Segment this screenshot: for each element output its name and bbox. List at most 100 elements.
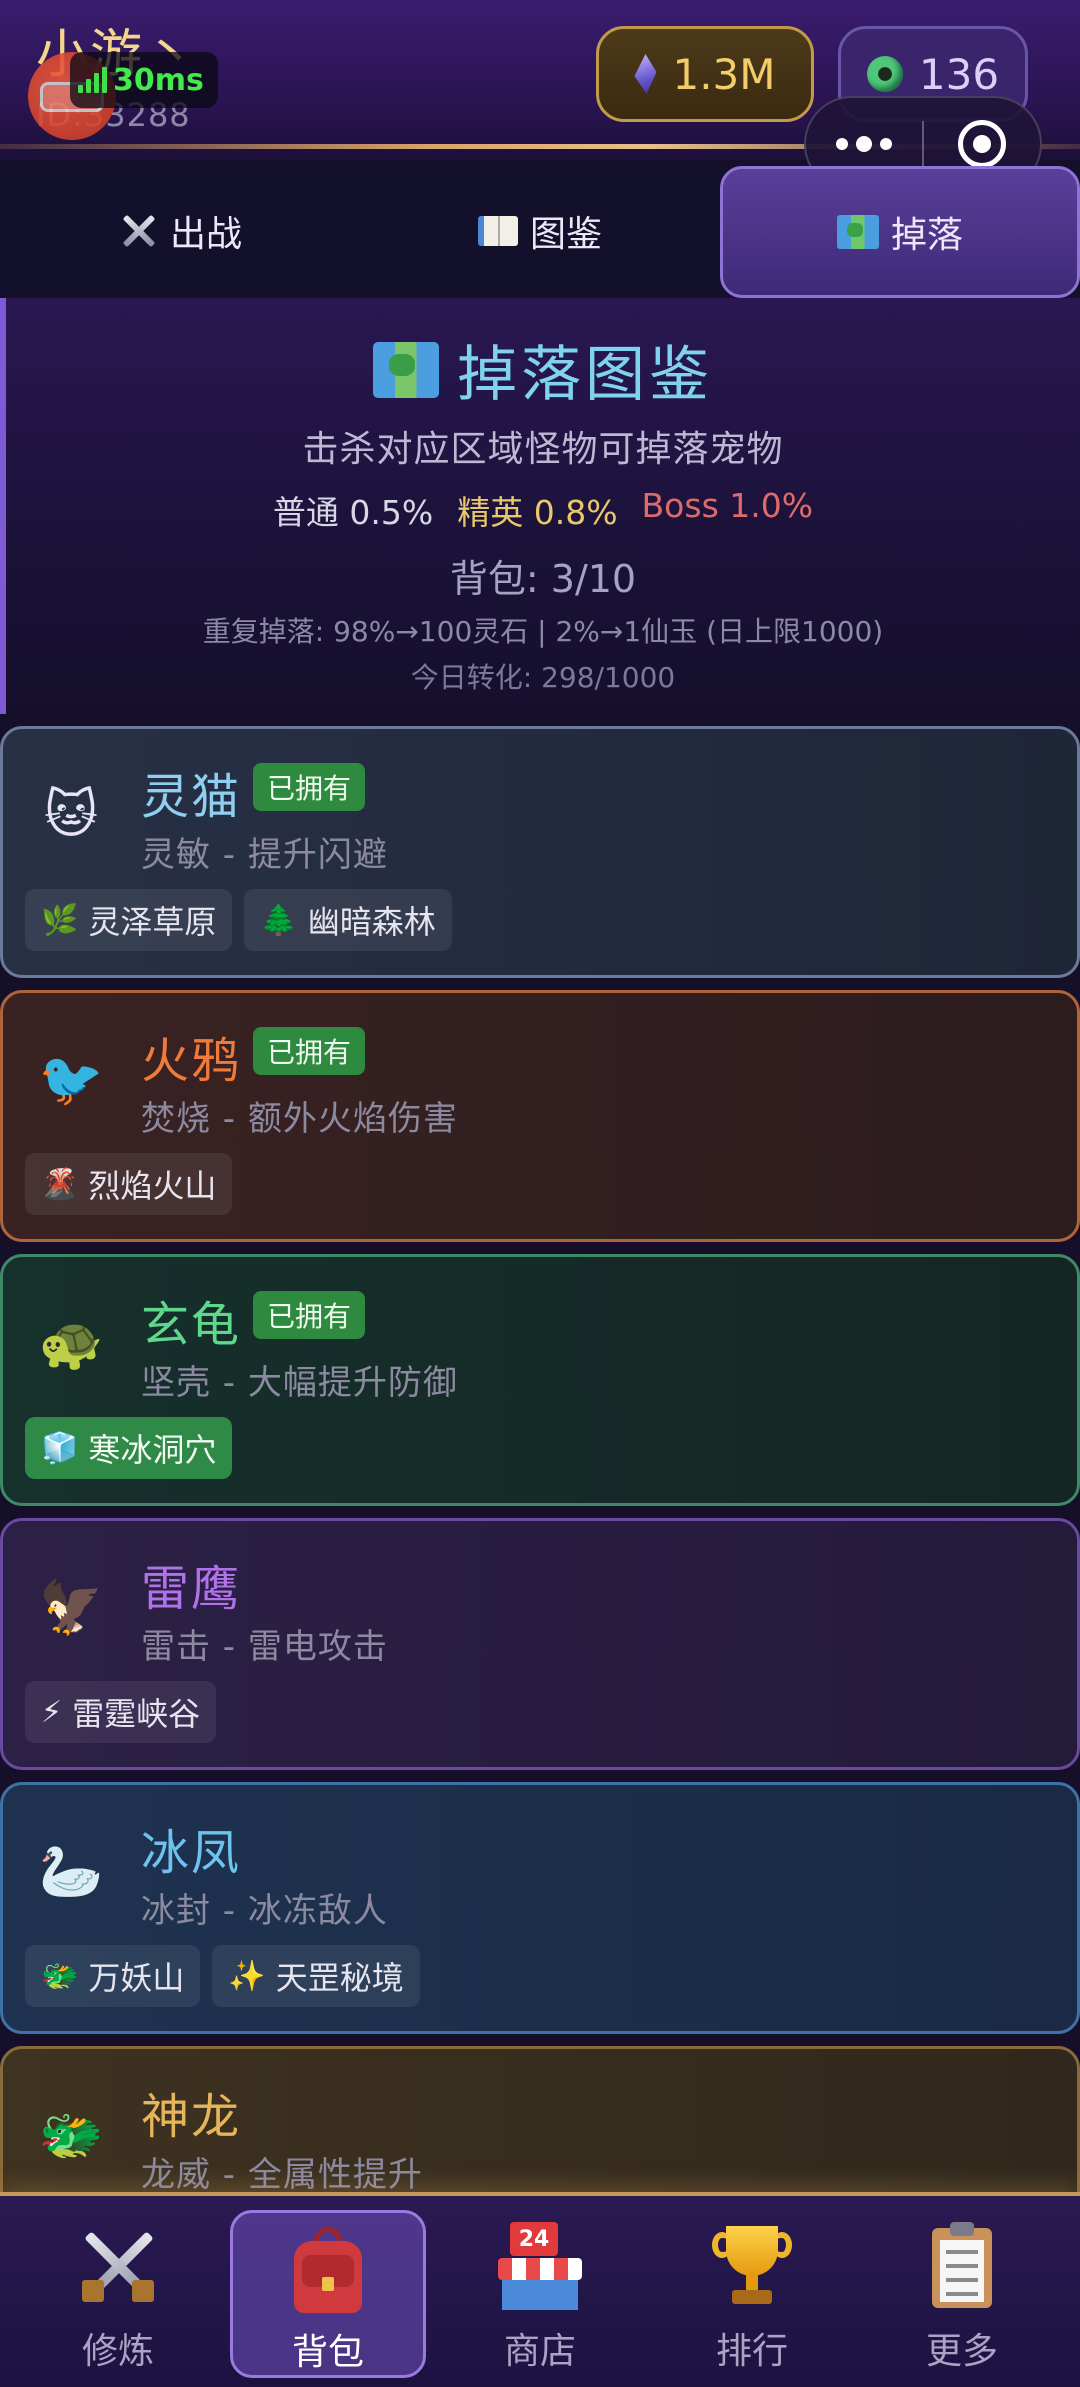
bottom-nav: 修炼 背包 24 商店 排行 更多	[0, 2192, 1080, 2387]
nav-ranking[interactable]: 排行	[654, 2210, 850, 2378]
pet-description: 坚壳 - 大幅提升防御	[141, 1363, 458, 1403]
pet-name: 玄龟	[141, 1297, 242, 1353]
region-name: 雷霆峡谷	[72, 1695, 201, 1733]
trophy-icon	[704, 2218, 800, 2314]
ping-value: 30ms	[113, 62, 204, 98]
region-list: 🐲 万妖山 ✨ 天罡秘境	[25, 1945, 420, 2007]
volcano-icon: 🌋	[41, 1166, 79, 1202]
region-list: 🌿 灵泽草原 🌲 幽暗森林	[25, 889, 452, 951]
nav-more[interactable]: 更多	[864, 2210, 1060, 2378]
crystal-icon	[634, 54, 657, 94]
map-icon	[836, 215, 879, 249]
swan-icon: 🦢	[38, 1841, 104, 1902]
nav-label: 修炼	[81, 2331, 154, 2372]
crossed-swords-icon	[70, 2218, 166, 2314]
region-tag[interactable]: 🌋 烈焰火山	[25, 1153, 233, 1215]
rate-boss: Boss 1.0%	[641, 486, 814, 525]
shop-icon: 24	[492, 2218, 588, 2314]
pet-card-black-turtle[interactable]: 🐢 玄龟 已拥有 坚壳 - 大幅提升防御 🧊 寒冰洞穴	[0, 1254, 1080, 1506]
region-tag[interactable]: ✨ 天罡秘境	[212, 1945, 420, 2007]
pet-card-thunder-eagle[interactable]: 🦅 雷鹰 雷击 - 雷电攻击 ⚡ 雷霆峡谷	[0, 1518, 1080, 1770]
pet-name: 冰凤	[141, 1825, 242, 1881]
jade-value: 136	[918, 49, 1000, 99]
nav-backpack[interactable]: 背包	[230, 2210, 426, 2378]
nav-shop[interactable]: 24 商店	[442, 2210, 638, 2378]
dragon-icon: 🐲	[38, 2105, 104, 2166]
region-tag[interactable]: 🐲 万妖山	[25, 1945, 201, 2007]
turtle-icon: 🐢	[38, 1313, 104, 1374]
tab-label: 图鉴	[529, 214, 602, 255]
owned-badge: 已拥有	[253, 1027, 366, 1075]
pet-description: 灵敏 - 提升闪避	[141, 835, 388, 875]
today-conversion: 今日转化: 298/1000	[410, 661, 676, 694]
sparkles-icon: ✨	[228, 1958, 266, 1994]
owned-badge: 已拥有	[253, 1291, 366, 1339]
target-icon	[957, 120, 1006, 168]
drop-rates: 普通 0.5% 精英 0.8% Boss 1.0%	[6, 486, 1080, 534]
owned-badge: 已拥有	[253, 763, 366, 811]
duplicate-drop-rule: 重复掉落: 98%→100灵石 | 2%→1仙玉 (日上限1000)	[202, 615, 884, 648]
region-list: 🌋 烈焰火山	[25, 1153, 233, 1215]
panel-title-text: 掉落图鉴	[457, 340, 713, 410]
shop-badge: 24	[510, 2222, 558, 2256]
region-name: 烈焰火山	[88, 1167, 217, 1205]
region-tag[interactable]: 🧊 寒冰洞穴	[25, 1417, 233, 1479]
tab-label: 出战	[169, 214, 242, 255]
tab-label: 掉落	[890, 215, 963, 256]
jade-icon	[866, 56, 903, 92]
tab-deploy[interactable]: 出战	[0, 166, 360, 296]
ice-cube-icon: 🧊	[41, 1430, 79, 1466]
region-name: 幽暗森林	[307, 903, 436, 941]
pet-card-spirit-cat[interactable]: 🐱 灵猫 已拥有 灵敏 - 提升闪避 🌿 灵泽草原 🌲 幽暗森林	[0, 726, 1080, 978]
drop-info-panel: 掉落图鉴 击杀对应区域怪物可掉落宠物 普通 0.5% 精英 0.8% Boss …	[0, 298, 1080, 714]
pet-name: 雷鹰	[141, 1561, 242, 1617]
signal-icon	[78, 67, 107, 93]
pet-description: 雷击 - 雷电攻击	[141, 1627, 388, 1667]
nav-label: 商店	[503, 2331, 576, 2372]
panel-subtitle: 击杀对应区域怪物可掉落宠物	[302, 429, 784, 470]
eagle-icon: 🦅	[38, 1577, 104, 1638]
tree-icon: 🌲	[260, 902, 298, 938]
spirit-stone-counter[interactable]: 1.3M	[596, 26, 814, 122]
clipboard-icon	[914, 2218, 1010, 2314]
pet-description: 焚烧 - 额外火焰伤害	[141, 1099, 458, 1139]
herb-icon: 🌿	[41, 902, 79, 938]
region-name: 天罡秘境	[275, 1959, 404, 1997]
region-tag[interactable]: ⚡ 雷霆峡谷	[25, 1681, 217, 1743]
nav-label: 背包	[291, 2332, 364, 2373]
pet-card-fire-crow[interactable]: 🐦 火鸦 已拥有 焚烧 - 额外火焰伤害 🌋 烈焰火山	[0, 990, 1080, 1242]
bag-capacity: 背包: 3/10	[449, 557, 637, 601]
pet-tabs: 出战 图鉴 掉落	[0, 166, 1080, 298]
nav-cultivate[interactable]: 修炼	[20, 2210, 216, 2378]
pet-description: 冰封 - 冰冻敌人	[141, 1891, 388, 1931]
backpack-icon	[280, 2221, 376, 2315]
region-name: 寒冰洞穴	[88, 1431, 217, 1469]
pet-name: 火鸦	[141, 1033, 242, 1089]
crossed-swords-icon	[118, 211, 158, 251]
region-name: 万妖山	[88, 1959, 185, 1997]
dragon-head-icon: 🐲	[41, 1958, 79, 1994]
pet-description: 龙威 - 全属性提升	[141, 2155, 423, 2195]
cat-icon: 🐱	[43, 785, 99, 845]
network-ping: 30ms	[70, 52, 218, 108]
rate-elite: 精英 0.8%	[457, 493, 618, 532]
lightning-icon: ⚡	[41, 1694, 63, 1730]
pet-name: 神龙	[141, 2089, 242, 2145]
region-list: ⚡ 雷霆峡谷	[25, 1681, 217, 1743]
tab-drops[interactable]: 掉落	[720, 166, 1080, 298]
nav-label: 更多	[925, 2331, 998, 2372]
spirit-stone-value: 1.3M	[672, 49, 776, 99]
pet-name: 灵猫	[141, 769, 242, 825]
map-icon	[373, 341, 439, 398]
region-name: 灵泽草原	[88, 903, 217, 941]
region-tag[interactable]: 🌿 灵泽草原	[25, 889, 233, 951]
tab-atlas[interactable]: 图鉴	[360, 166, 720, 296]
rate-normal: 普通 0.5%	[272, 493, 434, 532]
region-tag[interactable]: 🌲 幽暗森林	[244, 889, 452, 951]
bird-icon: 🐦	[38, 1049, 104, 1110]
pet-card-ice-phoenix[interactable]: 🦢 冰凤 冰封 - 冰冻敌人 🐲 万妖山 ✨ 天罡秘境	[0, 1782, 1080, 2034]
panel-title: 掉落图鉴	[6, 326, 1080, 413]
region-list: 🧊 寒冰洞穴	[25, 1417, 233, 1479]
book-icon	[477, 216, 518, 246]
nav-label: 排行	[715, 2331, 788, 2372]
